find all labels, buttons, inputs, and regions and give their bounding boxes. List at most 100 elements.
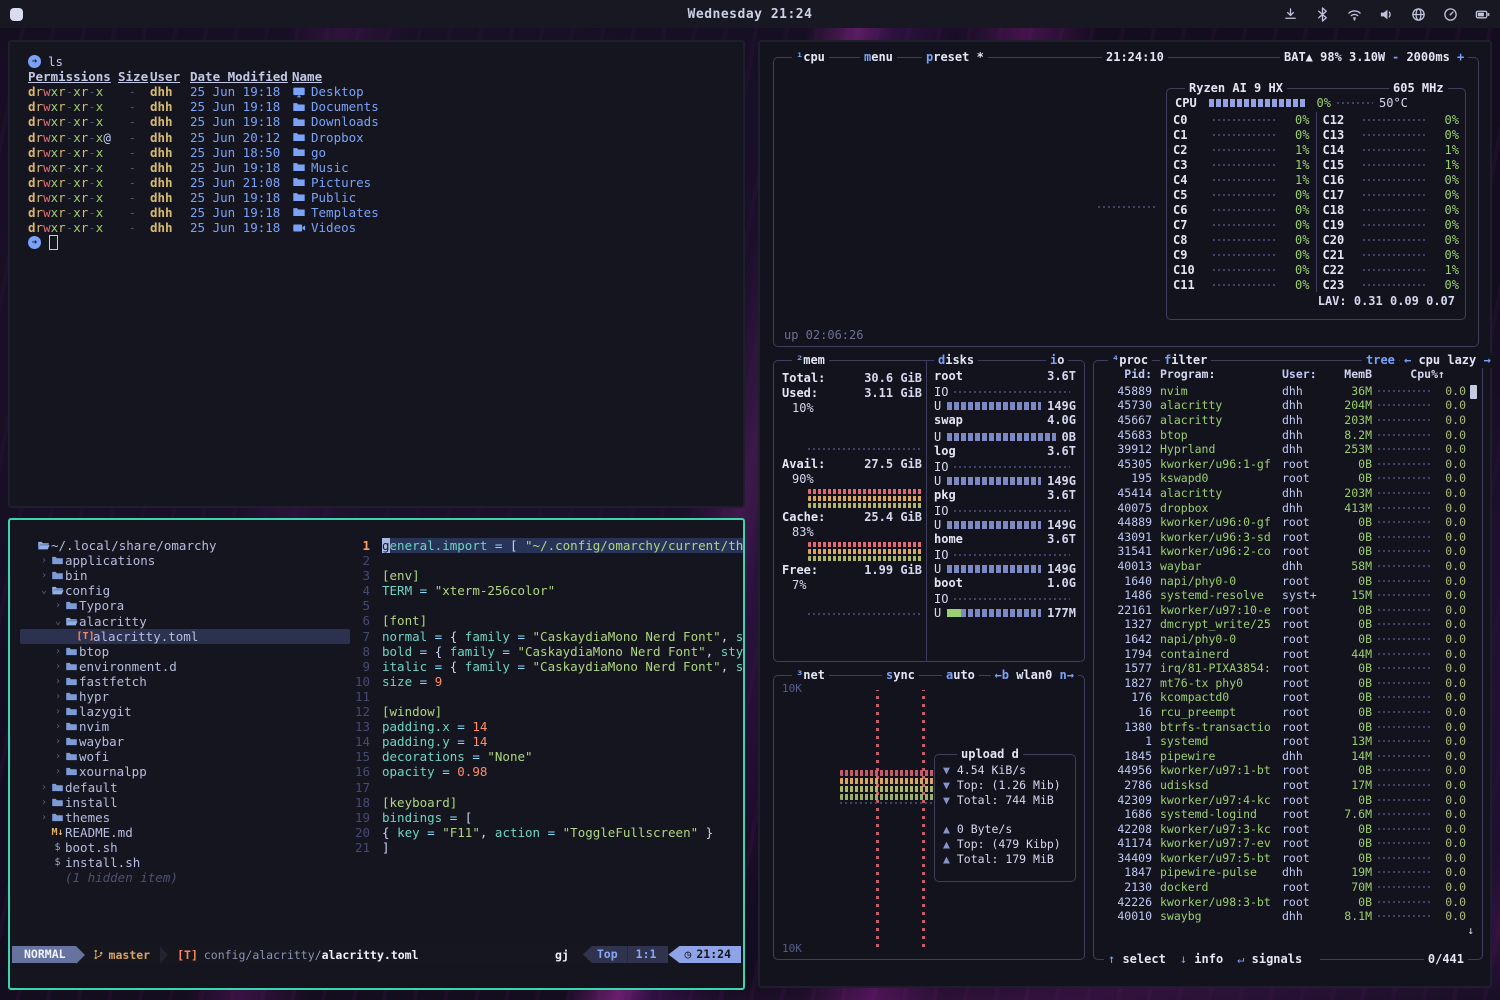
terminal-window[interactable]: ➜lsPermissionsSizeUserDate ModifiedNamed… <box>8 40 745 508</box>
tree-item[interactable]: $boot.sh <box>20 840 350 855</box>
net-auto-toggle[interactable]: auto <box>942 668 979 683</box>
net-sync-toggle[interactable]: sync <box>882 668 919 683</box>
line-number: 1 <box>342 538 370 553</box>
process-row[interactable]: 45414alacrittydhh203M0.0 <box>1100 486 1476 501</box>
tree-item[interactable]: ›xournalpp <box>20 764 350 779</box>
process-row[interactable]: 42309kworker/u97:4-kcroot0B0.0 <box>1100 792 1476 807</box>
tree-item[interactable]: ›hypr <box>20 689 350 704</box>
tree-item[interactable]: ›nvim <box>20 719 350 734</box>
proc-filter-button[interactable]: filter <box>1160 353 1211 368</box>
tree-item[interactable]: ›environment.d <box>20 659 350 674</box>
process-row[interactable]: 1642napi/phy0-0root0B0.0 <box>1100 632 1476 647</box>
process-row[interactable]: 1845pipewiredhh14M0.0 <box>1100 748 1476 763</box>
process-row[interactable]: 44889kworker/u96:0-gfroot0B0.0 <box>1100 515 1476 530</box>
process-row[interactable]: 42208kworker/u97:3-kcroot0B0.0 <box>1100 821 1476 836</box>
cpu-core-row: C31% <box>1173 157 1310 172</box>
tree-item[interactable]: ›waybar <box>20 734 350 749</box>
process-row[interactable]: 45305kworker/u96:1-gfroot0B0.0 <box>1100 457 1476 472</box>
gauge-icon[interactable] <box>1443 7 1458 22</box>
proc-scrollbar[interactable] <box>1470 385 1477 399</box>
process-row[interactable]: 1380btrfs-transactioroot0B0.0 <box>1100 719 1476 734</box>
proc-sort-control[interactable]: ← cpu lazy → <box>1400 353 1495 368</box>
process-row[interactable]: 39912Hyprlanddhh253M0.0 <box>1100 442 1476 457</box>
tree-item[interactable]: $install.sh <box>20 855 350 870</box>
process-row[interactable]: 2130dockerdroot70M0.0 <box>1100 880 1476 895</box>
process-pid: 1 <box>1100 734 1152 748</box>
process-row[interactable]: 42226kworker/u98:3-btroot0B0.0 <box>1100 894 1476 909</box>
terminal-cursor[interactable] <box>49 235 58 250</box>
process-row[interactable]: 1794containerdroot44M0.0 <box>1100 646 1476 661</box>
process-row[interactable]: 1486systemd-resolvesyst+15M0.0 <box>1100 588 1476 603</box>
process-name: containerd <box>1160 647 1282 661</box>
process-row[interactable]: 31541kworker/u96:2-coroot0B0.0 <box>1100 544 1476 559</box>
process-row[interactable]: 45667alacrittydhh203M0.0 <box>1100 413 1476 428</box>
process-row[interactable]: 2786udisksdroot17M0.0 <box>1100 778 1476 793</box>
proc-select-hint[interactable]: ↑ select <box>1108 952 1166 966</box>
bluetooth-icon[interactable] <box>1315 7 1330 22</box>
process-row[interactable]: 1327dmcrypt_write/25root0B0.0 <box>1100 617 1476 632</box>
process-row[interactable]: 40075dropboxdhh413M0.0 <box>1100 500 1476 515</box>
tab-cpu[interactable]: ¹cpu <box>792 50 829 65</box>
tree-item[interactable]: ›applications <box>20 553 350 568</box>
prompt-line[interactable]: ➜ls <box>28 54 725 69</box>
tab-net[interactable]: ³net <box>792 668 829 683</box>
process-row[interactable]: 195kswapd0root0B0.0 <box>1100 471 1476 486</box>
proc-signals-hint[interactable]: ↵ signals <box>1237 952 1302 966</box>
process-row[interactable]: 176kcompactd0root0B0.0 <box>1100 690 1476 705</box>
proc-tree-toggle[interactable]: tree <box>1362 353 1399 368</box>
tree-item[interactable]: ›lazygit <box>20 704 350 719</box>
process-row[interactable]: 1640napi/phy0-0root0B0.0 <box>1100 573 1476 588</box>
process-row[interactable]: 45683btopdhh8.2M0.0 <box>1100 427 1476 442</box>
volume-icon[interactable] <box>1379 7 1394 22</box>
tab-mem[interactable]: ²mem <box>792 353 829 368</box>
process-row[interactable]: 41174kworker/u97:7-evroot0B0.0 <box>1100 836 1476 851</box>
process-row[interactable]: 45889nvimdhh36M0.0 <box>1100 384 1476 399</box>
process-row[interactable]: 1577irq/81-PIXA3854:root0B0.0 <box>1100 661 1476 676</box>
tab-disks[interactable]: disks <box>934 353 978 368</box>
process-row[interactable]: 22161kworker/u97:10-eroot0B0.0 <box>1100 603 1476 618</box>
tree-item[interactable]: ~/.local/share/omarchy <box>20 538 350 553</box>
tree-item[interactable]: [T]alacritty.toml <box>20 629 350 644</box>
editor-buffer[interactable]: general.import = [ "~/.config/omarchy/cu… <box>382 538 737 855</box>
tree-item[interactable]: M↓README.md <box>20 825 350 840</box>
btop-window[interactable]: Ryzen AI 9 HX605 MHzCPU0%50°CC00%C10%C21… <box>758 40 1492 988</box>
ls-size: - <box>118 160 150 175</box>
tree-item[interactable]: ›fastfetch <box>20 674 350 689</box>
tree-item[interactable]: ⌄alacritty <box>20 613 350 628</box>
process-name: rcu_preempt <box>1160 705 1282 719</box>
process-row[interactable]: 44956kworker/u97:1-btroot0B0.0 <box>1100 763 1476 778</box>
tab-io[interactable]: io <box>1046 353 1068 368</box>
tree-item[interactable]: ›themes <box>20 810 350 825</box>
process-row[interactable]: 1systemdroot13M0.0 <box>1100 734 1476 749</box>
updates-icon[interactable] <box>1283 7 1298 22</box>
process-row[interactable]: 40013waybardhh58M0.0 <box>1100 559 1476 574</box>
process-row[interactable]: 34409kworker/u97:5-btroot0B0.0 <box>1100 851 1476 866</box>
menu-button[interactable]: menu <box>860 50 897 65</box>
process-row[interactable]: 1686systemd-logindroot7.6M0.0 <box>1100 807 1476 822</box>
refresh-rate-control[interactable]: - 2000ms + <box>1388 50 1468 65</box>
network-icon[interactable] <box>1411 7 1426 22</box>
preset-button[interactable]: preset * <box>922 50 988 65</box>
tree-item[interactable]: ›Typora <box>20 598 350 613</box>
wifi-icon[interactable] <box>1347 7 1362 22</box>
tree-item[interactable]: ›wofi <box>20 749 350 764</box>
neovim-window[interactable]: ~/.local/share/omarchy›applications›bin⌄… <box>8 518 745 990</box>
tree-item[interactable]: ⌄config <box>20 583 350 598</box>
net-interface-switch[interactable]: ←b wlan0 n→ <box>991 668 1079 683</box>
tree-item[interactable]: ›btop <box>20 644 350 659</box>
battery-icon[interactable] <box>1475 7 1490 22</box>
tree-item-label: install.sh <box>65 855 140 870</box>
process-row[interactable]: 1827mt76-tx phy0root0B0.0 <box>1100 675 1476 690</box>
process-row[interactable]: 43091kworker/u96:3-sdroot0B0.0 <box>1100 530 1476 545</box>
process-row[interactable]: 1847pipewire-pulsedhh19M0.0 <box>1100 865 1476 880</box>
process-row[interactable]: 45730alacrittydhh204M0.0 <box>1100 398 1476 413</box>
prompt-line[interactable]: ➜ <box>28 235 725 250</box>
tree-item[interactable]: ›install <box>20 795 350 810</box>
tab-proc[interactable]: ⁴proc <box>1108 353 1152 368</box>
proc-info-hint[interactable]: ↓ info <box>1180 952 1223 966</box>
process-row[interactable]: 16rcu_preemptroot0B0.0 <box>1100 705 1476 720</box>
tree-item[interactable]: ›default <box>20 780 350 795</box>
tree-item[interactable]: (1 hidden item) <box>20 870 350 885</box>
tree-item[interactable]: ›bin <box>20 568 350 583</box>
process-row[interactable]: 40010swaybgdhh8.1M0.0 <box>1100 909 1476 924</box>
